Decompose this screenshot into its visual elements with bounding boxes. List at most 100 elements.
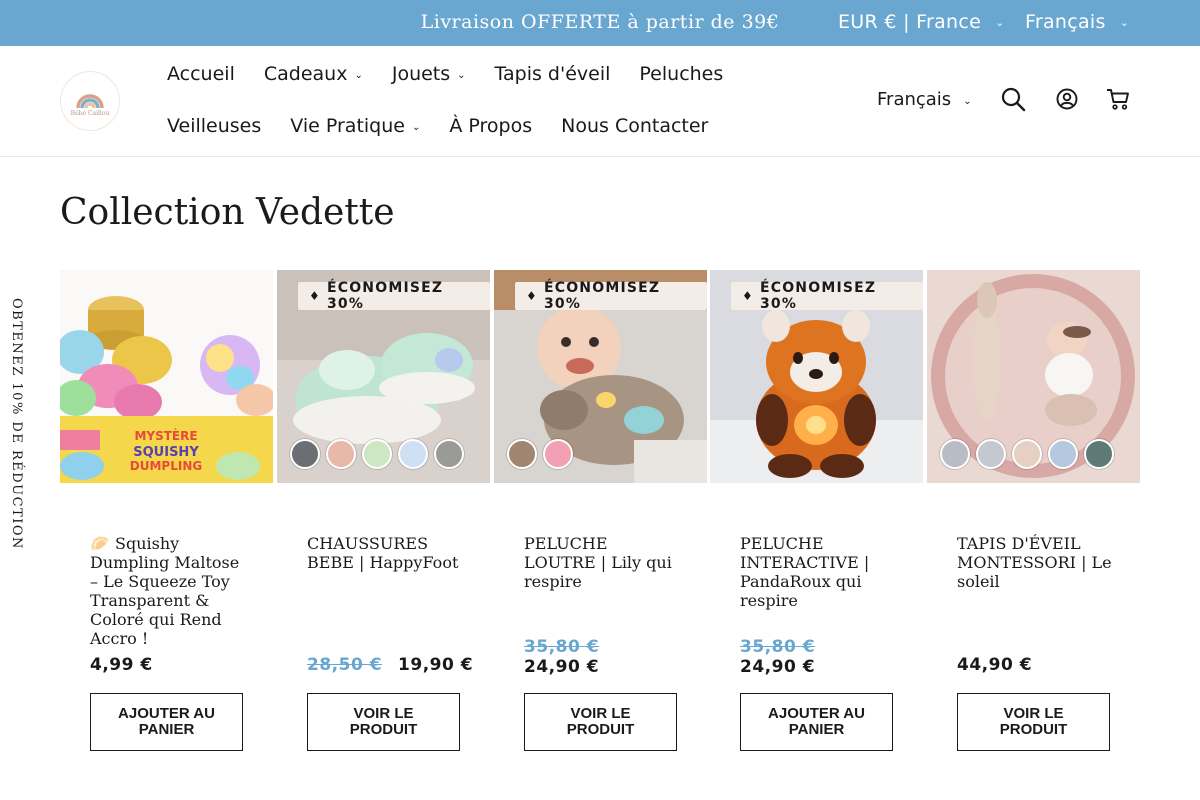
rainbow-logo-icon xyxy=(76,94,104,109)
nav-item-label: Vie Pratique xyxy=(290,115,405,137)
nav-item-veilleuses[interactable]: Veilleuses xyxy=(167,115,261,137)
tag-icon: ♦ xyxy=(309,289,321,303)
language-label-top: Français xyxy=(1025,11,1106,33)
nav-item--propos[interactable]: À Propos xyxy=(449,115,532,137)
add-to-cart-button[interactable]: AJOUTER AU PANIER xyxy=(90,693,243,751)
section-title: Collection Vedette xyxy=(60,192,395,233)
chevron-down-icon: ⌄ xyxy=(1119,15,1130,29)
price-block: 28,50 € 19,90 € xyxy=(307,655,487,675)
language-selector[interactable]: Français ⌄ xyxy=(877,89,972,110)
squishy-dumpling-image: MYSTÈRE SQUISHY DUMPLING xyxy=(60,270,273,483)
swatch[interactable] xyxy=(398,439,428,469)
svg-text:MYSTÈRE: MYSTÈRE xyxy=(134,428,197,443)
product-title[interactable]: TAPIS D'ÉVEIL MONTESSORI | Le soleil xyxy=(957,534,1117,591)
nav-item-label: Accueil xyxy=(167,63,235,85)
product-title[interactable]: PELUCHE LOUTRE | Lily qui respire xyxy=(524,534,684,591)
product-image[interactable]: ♦ ÉCONOMISEZ 30% xyxy=(494,270,707,483)
price-block: 44,90 € xyxy=(957,655,1137,675)
chevron-down-icon: ⌄ xyxy=(354,70,363,81)
nav-item-tapis-d-veil[interactable]: Tapis d'éveil xyxy=(495,63,611,85)
nav-item-nous-contacter[interactable]: Nous Contacter xyxy=(561,115,708,137)
sale-price: 24,90 € xyxy=(524,657,600,677)
nav-item-jouets[interactable]: Jouets ⌄ xyxy=(392,63,466,85)
account-icon[interactable] xyxy=(1054,86,1080,112)
swatch[interactable] xyxy=(362,439,392,469)
sale-price: 24,90 € xyxy=(740,657,816,677)
nav-item-vie-pratique[interactable]: Vie Pratique ⌄ xyxy=(290,115,420,137)
product-image[interactable]: ♦ ÉCONOMISEZ 30% xyxy=(277,270,490,483)
product-card[interactable]: ♦ ÉCONOMISEZ 30% PELUCHE LOUTRE | Lily q… xyxy=(494,270,707,760)
product-card[interactable]: ♦ ÉCONOMISEZ 30% PELUCHE INTERACTIVE | P… xyxy=(710,270,923,760)
currency-label: EUR € | France xyxy=(838,11,982,33)
nav-row-2: Veilleuses Vie Pratique ⌄ À Propos Nous Cont… xyxy=(167,115,708,137)
color-swatches xyxy=(290,439,464,469)
price-block: 4,99 € xyxy=(90,655,270,675)
language-selector-top[interactable]: Français ⌄ xyxy=(1025,11,1129,33)
logo-text: Bébé Caillou xyxy=(70,110,110,117)
svg-text:SQUISHY: SQUISHY xyxy=(133,445,199,460)
product-title[interactable]: 🥟 Squishy Dumpling Maltose – Le Squeeze … xyxy=(90,534,250,648)
view-product-button[interactable]: VOIR LE PRODUIT xyxy=(957,693,1110,751)
discount-badge: ♦ ÉCONOMISEZ 30% xyxy=(731,280,923,312)
nav-item-label: Jouets xyxy=(391,63,451,85)
product-card[interactable]: MYSTÈRE SQUISHY DUMPLING 🥟 Squishy Dumpl… xyxy=(60,270,273,760)
compare-price: 35,80 € xyxy=(524,637,600,657)
product-card[interactable]: ♦ ÉCONOMISEZ 30% CHAUSSURES BEBE | Happy… xyxy=(277,270,490,760)
color-swatches xyxy=(940,439,1114,469)
nav-item-label: Nous Contacter xyxy=(561,115,709,137)
discount-badge: ♦ ÉCONOMISEZ 30% xyxy=(515,280,707,312)
swatch[interactable] xyxy=(290,439,320,469)
product-title[interactable]: PELUCHE INTERACTIVE | PandaRoux qui resp… xyxy=(740,534,900,610)
discount-side-tab[interactable]: OBTENEZ 10% DE RÉDUCTION xyxy=(9,298,35,550)
main-nav: Accueil Cadeaux ⌄ Jouets ⌄ Tapis d'éveil Peluc… xyxy=(167,46,807,157)
nav-item-label: À Propos xyxy=(449,115,533,137)
swatch[interactable] xyxy=(507,439,537,469)
price-block: 35,80 € 24,90 € xyxy=(740,637,920,677)
nav-item-label: Peluches xyxy=(639,63,724,85)
nav-item-peluches[interactable]: Peluches xyxy=(639,63,723,85)
nav-item-label: Cadeaux xyxy=(263,63,348,85)
language-label: Français xyxy=(877,89,952,110)
nav-item-cadeaux[interactable]: Cadeaux ⌄ xyxy=(264,63,363,85)
price-block: 35,80 € 24,90 € xyxy=(524,637,704,677)
sale-price: 4,99 € xyxy=(90,655,153,675)
sale-price: 19,90 € xyxy=(398,655,474,675)
add-to-cart-button[interactable]: AJOUTER AU PANIER xyxy=(740,693,893,751)
discount-badge: ♦ ÉCONOMISEZ 30% xyxy=(298,280,490,312)
swatch[interactable] xyxy=(940,439,970,469)
compare-price: 28,50 € xyxy=(307,655,383,675)
compare-price: 35,80 € xyxy=(740,637,816,657)
cart-icon[interactable] xyxy=(1105,86,1131,112)
chevron-down-icon: ⌄ xyxy=(963,95,972,107)
product-image[interactable]: MYSTÈRE SQUISHY DUMPLING xyxy=(60,270,273,483)
discount-tab-label: OBTENEZ 10% DE RÉDUCTION xyxy=(9,298,24,550)
currency-selector[interactable]: EUR € | France ⌄ xyxy=(838,11,1005,33)
site-header: Bébé Caillou Accueil Cadeaux ⌄ Jouets ⌄ Tapis… xyxy=(0,46,1200,157)
nav-item-label: Tapis d'éveil xyxy=(494,63,611,85)
swatch[interactable] xyxy=(434,439,464,469)
product-card[interactable]: TAPIS D'ÉVEIL MONTESSORI | Le soleil 44,… xyxy=(927,270,1140,760)
store-logo[interactable]: Bébé Caillou xyxy=(61,72,119,130)
product-image[interactable] xyxy=(927,270,1140,483)
swatch[interactable] xyxy=(1048,439,1078,469)
search-icon[interactable] xyxy=(1000,86,1026,112)
swatch[interactable] xyxy=(1084,439,1114,469)
product-grid: MYSTÈRE SQUISHY DUMPLING 🥟 Squishy Dumpl… xyxy=(60,270,1140,760)
chevron-down-icon: ⌄ xyxy=(995,15,1005,29)
swatch[interactable] xyxy=(543,439,573,469)
sale-price: 44,90 € xyxy=(957,655,1033,675)
tag-icon: ♦ xyxy=(742,289,754,303)
tag-icon: ♦ xyxy=(526,289,538,303)
chevron-down-icon: ⌄ xyxy=(411,122,421,133)
announcement-bar: Livraison OFFERTE à partir de 39€ EUR € … xyxy=(0,0,1200,46)
product-title[interactable]: CHAUSSURES BEBE | HappyFoot xyxy=(307,534,467,572)
swatch[interactable] xyxy=(326,439,356,469)
product-image[interactable]: ♦ ÉCONOMISEZ 30% xyxy=(710,270,923,483)
promo-text: Livraison OFFERTE à partir de 39€ xyxy=(420,11,780,33)
swatch[interactable] xyxy=(976,439,1006,469)
color-swatches xyxy=(507,439,573,469)
view-product-button[interactable]: VOIR LE PRODUIT xyxy=(307,693,460,751)
swatch[interactable] xyxy=(1012,439,1042,469)
nav-item-accueil[interactable]: Accueil xyxy=(167,63,235,85)
view-product-button[interactable]: VOIR LE PRODUIT xyxy=(524,693,677,751)
